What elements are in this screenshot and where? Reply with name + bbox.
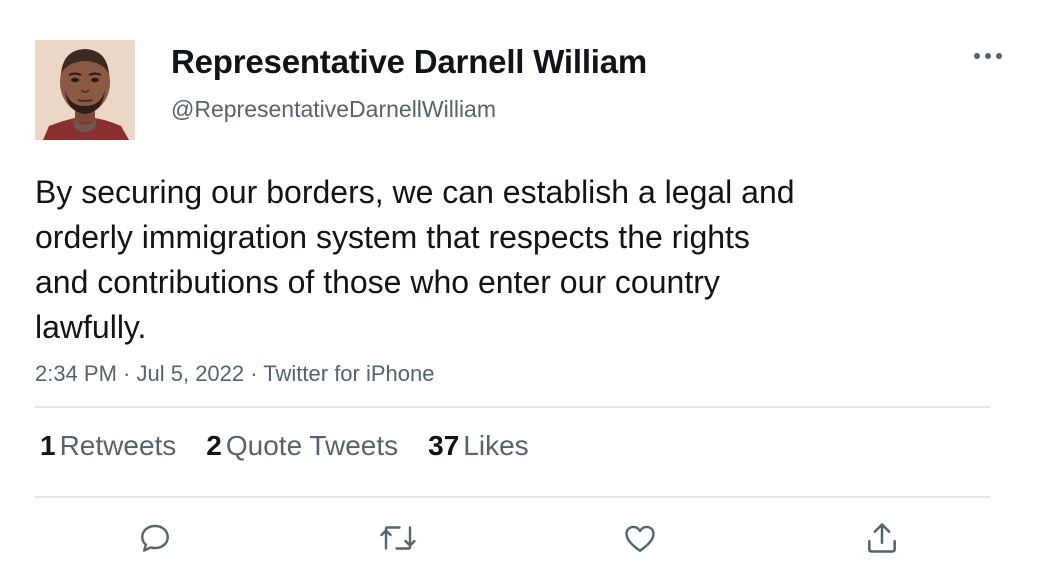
tweet-time[interactable]: 2:34 PM [35, 361, 117, 386]
tweet-text-line: By securing our borders, we can establis… [35, 174, 795, 210]
retweets-count: 1 [40, 430, 56, 461]
avatar[interactable] [35, 40, 135, 140]
like-button[interactable] [620, 518, 660, 558]
tweet-stats: 1 Retweets 2 Quote Tweets 37 Likes [40, 430, 559, 462]
likes-label: Likes [463, 430, 529, 461]
more-options-button[interactable] [966, 40, 1010, 72]
share-icon [868, 523, 896, 553]
retweet-icon [380, 526, 416, 550]
tweet-meta: 2:34 PM · Jul 5, 2022 · Twitter for iPho… [35, 361, 434, 387]
meta-separator: · [116, 361, 137, 386]
quote-tweets-label: Quote Tweets [225, 430, 399, 461]
tweet-text-line: orderly immigration system that respects… [35, 219, 750, 255]
quote-tweets-count: 2 [206, 430, 222, 461]
retweets-label: Retweets [59, 430, 177, 461]
more-horizontal-icon [974, 53, 1002, 59]
tweet-text: By securing our borders, we can establis… [35, 170, 925, 350]
reply-icon [141, 524, 169, 552]
retweets-stat[interactable]: 1 Retweets [40, 430, 176, 462]
likes-stat[interactable]: 37 Likes [428, 430, 529, 462]
likes-count: 37 [428, 430, 460, 461]
retweet-button[interactable] [378, 518, 418, 558]
tweet-source[interactable]: Twitter for iPhone [263, 361, 434, 386]
meta-separator: · [244, 361, 264, 386]
avatar-image [35, 40, 135, 140]
quote-tweets-stat[interactable]: 2 Quote Tweets [206, 430, 398, 462]
tweet-date[interactable]: Jul 5, 2022 [137, 361, 245, 386]
divider [35, 496, 990, 498]
display-name[interactable]: Representative Darnell William [171, 43, 647, 81]
reply-button[interactable] [135, 518, 175, 558]
divider [35, 406, 990, 408]
user-handle[interactable]: @RepresentativeDarnellWilliam [171, 96, 496, 123]
tweet-text-line: and contributions of those who enter our… [35, 264, 720, 300]
tweet-text-line: lawfully. [35, 309, 147, 345]
heart-icon [625, 525, 655, 552]
share-button[interactable] [862, 518, 902, 558]
